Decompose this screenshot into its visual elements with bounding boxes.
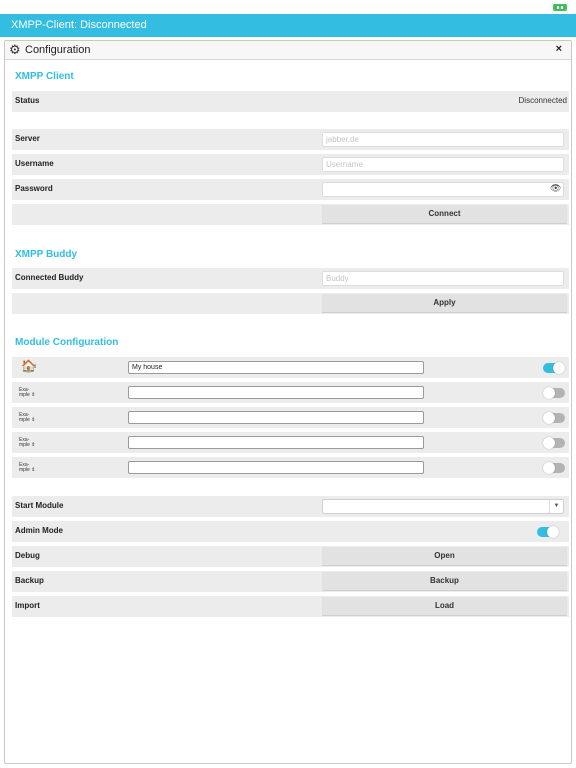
- debug-label: Debug: [15, 551, 40, 560]
- import-label: Import: [15, 601, 40, 610]
- buddy-row: Connected Buddy: [12, 268, 569, 289]
- status-label: Status: [15, 96, 40, 105]
- module-label-line2[interactable]: mple ⇕: [19, 393, 35, 398]
- module-row: Exa- mple ⇕: [12, 382, 569, 403]
- device-status-bar: [0, 0, 576, 14]
- server-input[interactable]: [322, 132, 564, 147]
- status-value: Disconnected: [518, 96, 567, 105]
- module-enable-toggle[interactable]: [543, 387, 565, 399]
- toggle-knob: [543, 437, 555, 449]
- toggle-knob: [543, 412, 555, 424]
- start-module-row: Start Module ▼: [12, 496, 569, 517]
- debug-open-button[interactable]: Open: [322, 547, 567, 566]
- module-label-line2[interactable]: mple ⇕: [19, 418, 35, 423]
- module-enable-toggle[interactable]: [543, 362, 565, 374]
- toggle-knob: [543, 387, 555, 399]
- debug-row: Debug Open: [12, 546, 569, 567]
- username-input[interactable]: [322, 157, 564, 172]
- server-label: Server: [15, 134, 40, 143]
- app-title-bar: XMPP-Client: Disconnected: [0, 14, 576, 37]
- toggle-knob: [543, 462, 555, 474]
- admin-mode-label: Admin Mode: [15, 526, 63, 535]
- panel-header: ⚙ Configuration ×: [5, 41, 571, 60]
- module-row: Exa- mple ⇕: [12, 407, 569, 428]
- buddy-label: Connected Buddy: [15, 273, 84, 282]
- configuration-panel: ⚙ Configuration × XMPP Client Status Dis…: [4, 40, 572, 764]
- start-module-select[interactable]: ▼: [322, 499, 564, 514]
- toggle-knob: [547, 526, 559, 538]
- module-row: Exa- mple ⇕: [12, 432, 569, 453]
- module-label-line2[interactable]: mple ⇕: [19, 443, 35, 448]
- module-name-input[interactable]: [128, 411, 424, 424]
- password-row: Password 👁: [12, 179, 569, 200]
- password-input[interactable]: [322, 182, 564, 197]
- buddy-input[interactable]: [322, 271, 564, 286]
- username-label: Username: [15, 159, 54, 168]
- module-name-input[interactable]: [128, 386, 424, 399]
- admin-mode-toggle[interactable]: [537, 526, 559, 538]
- module-enable-toggle[interactable]: [543, 437, 565, 449]
- username-row: Username: [12, 154, 569, 175]
- close-icon[interactable]: ×: [556, 43, 562, 55]
- module-row: 🏠 ⇕: [12, 357, 569, 378]
- module-name-input[interactable]: [128, 461, 424, 474]
- toggle-knob: [553, 362, 565, 374]
- reorder-icon[interactable]: ⇕: [33, 364, 37, 370]
- panel-title: Configuration: [25, 44, 91, 56]
- backup-row: Backup Backup: [12, 571, 569, 592]
- apply-row: Apply: [12, 293, 569, 314]
- eye-icon[interactable]: 👁: [550, 183, 561, 194]
- connect-row: Connect: [12, 204, 569, 225]
- import-row: Import Load: [12, 596, 569, 617]
- section-title-module-configuration: Module Configuration: [15, 337, 119, 348]
- module-label-line2[interactable]: mple ⇕: [19, 468, 35, 473]
- chevron-down-icon[interactable]: ▼: [549, 500, 563, 513]
- backup-button[interactable]: Backup: [322, 572, 567, 591]
- admin-mode-row: Admin Mode: [12, 521, 569, 542]
- module-enable-toggle[interactable]: [543, 412, 565, 424]
- battery-icon: [553, 4, 567, 11]
- gear-icon: ⚙: [9, 42, 21, 57]
- module-name-input[interactable]: [128, 361, 424, 374]
- module-name-input[interactable]: [128, 436, 424, 449]
- section-title-xmpp-buddy: XMPP Buddy: [15, 249, 78, 260]
- load-button[interactable]: Load: [322, 597, 567, 616]
- section-title-xmpp-client: XMPP Client: [15, 71, 74, 82]
- connect-button[interactable]: Connect: [322, 205, 567, 224]
- status-row: Status Disconnected: [12, 91, 569, 112]
- backup-label: Backup: [15, 576, 44, 585]
- module-row: Exa- mple ⇕: [12, 457, 569, 478]
- password-label: Password: [15, 184, 53, 193]
- server-row: Server: [12, 129, 569, 150]
- app-title: XMPP-Client: Disconnected: [11, 19, 147, 31]
- start-module-label: Start Module: [15, 501, 64, 510]
- apply-button[interactable]: Apply: [322, 294, 567, 313]
- module-enable-toggle[interactable]: [543, 462, 565, 474]
